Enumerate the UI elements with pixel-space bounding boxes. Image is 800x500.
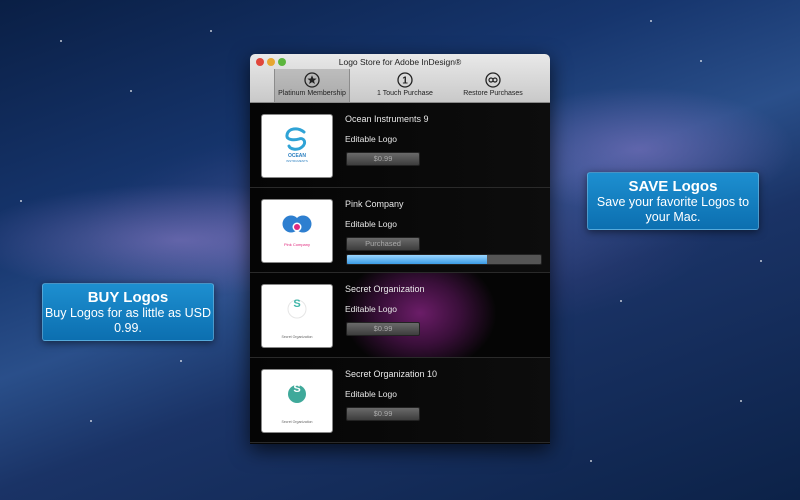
item-subtitle: Editable Logo (345, 304, 397, 314)
tab-label: Platinum Membership (278, 90, 346, 97)
star-icon (304, 72, 320, 88)
list-item[interactable]: S Secret Organization Secret Organizatio… (250, 358, 550, 443)
buy-callout-title: BUY Logos (87, 289, 169, 306)
save-callout-title: SAVE Logos (628, 178, 718, 195)
logo-thumbnail[interactable]: S Secret Organization (261, 369, 333, 433)
tab-one-touch-purchase[interactable]: 1 1 Touch Purchase (364, 69, 446, 102)
purchased-button[interactable]: Purchased (346, 237, 420, 251)
download-progress-fill (347, 255, 487, 264)
item-name: Ocean Instruments 9 (345, 114, 429, 124)
logo-text: S (293, 383, 301, 395)
item-name: Pink Company (345, 199, 404, 209)
ocean-swirl-icon (285, 127, 307, 151)
buy-button[interactable]: $0.99 (346, 152, 420, 166)
buy-button[interactable]: $0.99 (346, 322, 420, 336)
list-item[interactable]: S Secret Organization Secret Organizatio… (250, 273, 550, 358)
download-progress-bar (346, 254, 542, 265)
save-logos-callout: SAVE Logos Save your favorite Logos to y… (587, 172, 759, 230)
logo-caption: Secret Organization (281, 420, 313, 424)
logo-caption: Secret Organization (281, 335, 313, 339)
svg-text:1: 1 (402, 76, 408, 87)
buy-logos-callout: BUY Logos Buy Logos for as little as USD… (42, 283, 214, 341)
tab-restore-purchases[interactable]: Restore Purchases (452, 69, 534, 102)
buy-button[interactable]: $0.99 (346, 407, 420, 421)
logo-thumbnail[interactable]: Pink Company (261, 199, 333, 263)
tab-platinum-membership[interactable]: Platinum Membership (274, 69, 350, 102)
one-touch-icon: 1 (397, 72, 413, 88)
item-name: Secret Organization (345, 284, 425, 294)
buy-callout-body: Buy Logos for as little as USD 0.99. (44, 306, 212, 335)
logo-thumbnail[interactable]: S Secret Organization (261, 284, 333, 348)
logo-list: OCEAN INSTRUMENTS Ocean Instruments 9 Ed… (250, 103, 550, 444)
save-callout-body: Save your favorite Logos to your Mac. (596, 195, 750, 224)
logo-thumbnail[interactable]: OCEAN INSTRUMENTS (261, 114, 333, 178)
logo-text: Pink Company (283, 242, 310, 247)
logo-caption: INSTRUMENTS (286, 159, 308, 163)
list-item[interactable]: Pink Company Pink Company Editable Logo … (250, 188, 550, 273)
item-name: Secret Organization 10 (345, 369, 438, 379)
restore-icon (485, 72, 501, 88)
tab-label: 1 Touch Purchase (377, 90, 433, 97)
list-item[interactable]: OCEAN INSTRUMENTS Ocean Instruments 9 Ed… (250, 103, 550, 188)
logo-text: S (293, 298, 301, 310)
window-titlebar: Logo Store for Adobe InDesign® Platinum … (250, 54, 550, 103)
toolbar-tabs: Platinum Membership 1 1 Touch Purchase R… (272, 69, 540, 102)
item-subtitle: Editable Logo (345, 389, 397, 399)
pink-circles-icon (282, 215, 312, 233)
item-subtitle: Editable Logo (345, 134, 397, 144)
item-subtitle: Editable Logo (345, 219, 397, 229)
logo-store-window: Logo Store for Adobe InDesign® Platinum … (250, 54, 550, 444)
window-title: Logo Store for Adobe InDesign® (338, 57, 462, 67)
tab-label: Restore Purchases (463, 90, 523, 97)
